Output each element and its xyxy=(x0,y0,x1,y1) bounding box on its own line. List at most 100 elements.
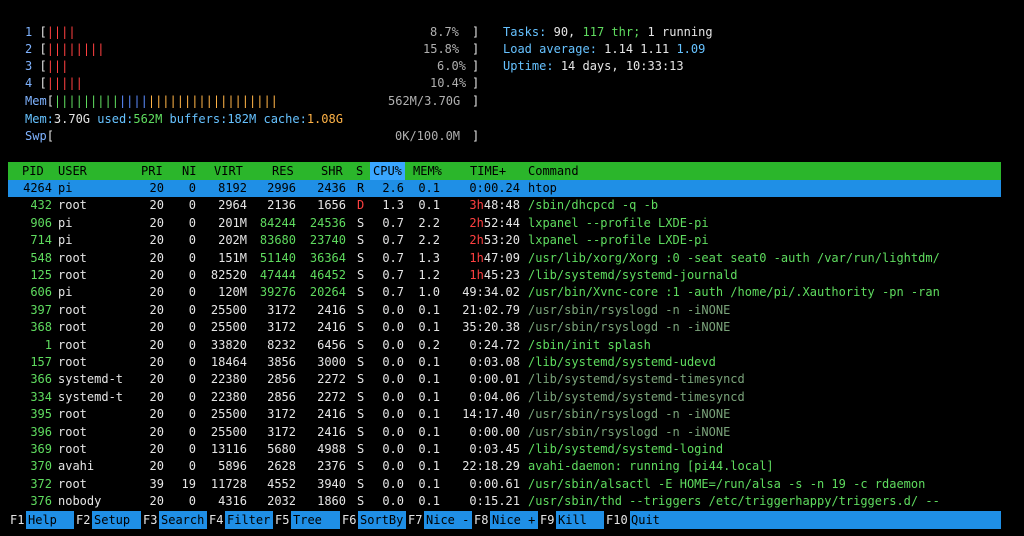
cell-cmd: /usr/lib/xorg/Xorg :0 -seat seat0 -auth … xyxy=(528,250,940,265)
fkey-label-search[interactable]: Search xyxy=(160,511,205,529)
col-pid[interactable]: PID xyxy=(22,162,44,180)
fkey-f6[interactable]: F6 xyxy=(340,511,359,529)
cell-pri: 20 xyxy=(149,389,164,404)
cell-s: S xyxy=(357,407,365,422)
table-row[interactable]: 157 root 20 0 18464 3856 3000 S 0.0 0.1 0:03.08/li… xyxy=(8,354,1001,371)
table-row[interactable]: 4264 pi 20 0 8192 2996 2436 R 2.6 0.1 0:00.24 htop xyxy=(8,180,1001,197)
table-row[interactable]: 714 pi 20 0 202M 83680 23740 S 0.7 2.2 2h53:20 lxpa… xyxy=(8,232,1001,249)
table-row[interactable]: 396 root 20 0 25500 3172 2416 S 0.0 0.1 0:00.00/us… xyxy=(8,424,1001,441)
fkey-f3[interactable]: F3 xyxy=(141,511,160,529)
cell-virt: 13116 xyxy=(210,442,247,456)
col-virt[interactable]: VIRT xyxy=(214,162,243,180)
cell-res: 3172 xyxy=(267,424,296,439)
col-user[interactable]: USER xyxy=(58,162,87,180)
fkey-label-sortby[interactable]: SortBy xyxy=(359,511,404,529)
cell-user: root xyxy=(58,198,87,213)
cell-user: pi xyxy=(58,181,73,195)
fkey-label-tree[interactable]: Tree xyxy=(292,511,323,529)
cell-time: 2h52:44 xyxy=(469,215,520,230)
cell-cmd: /lib/systemd/systemd-udevd xyxy=(528,355,716,369)
cell-mem: 2.2 xyxy=(418,233,440,248)
cell-user: systemd-t xyxy=(58,389,124,404)
table-row[interactable]: 376 nobody 20 0 4316 2032 1860 S 0.0 0.1 0:15.21/u… xyxy=(8,493,1001,510)
cell-cmd: /usr/sbin/rsyslogd -n -iNONE xyxy=(528,424,731,439)
table-row[interactable]: 369 root 20 0 13116 5680 4988 S 0.0 0.1 0:03.45/li… xyxy=(8,441,1001,458)
cell-mem: 0.1 xyxy=(418,320,440,335)
cell-pri: 20 xyxy=(149,337,164,352)
col-cpu[interactable]: CPU% xyxy=(370,162,405,180)
cell-shr: 20264 xyxy=(309,285,346,300)
col-mem[interactable]: MEM% xyxy=(413,162,442,180)
cell-s: S xyxy=(357,459,365,474)
cell-ni: 0 xyxy=(188,424,196,439)
fkey-label-nice[interactable]: Nice - xyxy=(425,511,470,529)
cell-pri: 20 xyxy=(149,215,164,230)
col-ni[interactable]: NI xyxy=(182,162,196,180)
cell-ni: 0 xyxy=(188,355,196,369)
fkey-f7[interactable]: F7 xyxy=(406,511,425,529)
fkey-label-quit[interactable]: Quit xyxy=(630,511,661,529)
fkey-label-nice[interactable]: Nice + xyxy=(491,511,536,529)
cell-user: root xyxy=(58,424,87,439)
cell-shr: 4988 xyxy=(317,442,346,456)
table-row[interactable]: 366 systemd-t 20 0 22380 2856 2272 S 0.0 0.1 0:00.… xyxy=(8,371,1001,388)
cell-pid: 366 xyxy=(30,372,52,387)
cell-shr: 24536 xyxy=(309,215,346,230)
fkey-f1[interactable]: F1 xyxy=(8,511,27,529)
cell-s: S xyxy=(357,389,365,404)
table-row[interactable]: 906 pi 20 0 201M 84244 24536 S 0.7 2.2 2h52:44 lxpa… xyxy=(8,215,1001,232)
cell-cmd: /usr/sbin/rsyslogd -n -iNONE xyxy=(528,302,731,317)
table-row[interactable]: 432 root 20 0 2964 2136 1656 D 1.3 0.1 3h48:48/sbi… xyxy=(8,197,1001,214)
table-row[interactable]: 397 root 20 0 25500 3172 2416 S 0.0 0.1 21:02.79/u… xyxy=(8,302,1001,319)
col-s[interactable]: S xyxy=(356,162,363,180)
table-row[interactable]: 372 root 39 19 11728 4552 3940 S 0.0 0.1 0:00.61/u… xyxy=(8,476,1001,493)
cell-cpu: 0.0 xyxy=(382,320,404,335)
fkey-label-kill[interactable]: Kill xyxy=(557,511,588,529)
table-row[interactable]: 395 root 20 0 25500 3172 2416 S 0.0 0.1 14:17.40/u… xyxy=(8,406,1001,423)
cell-virt: 82520 xyxy=(210,268,247,282)
cell-s: S xyxy=(357,337,365,352)
col-res[interactable]: RES xyxy=(272,162,294,180)
cell-shr: 2436 xyxy=(317,181,346,195)
cell-res: 2856 xyxy=(267,372,296,387)
fkey-f4[interactable]: F4 xyxy=(207,511,226,529)
cell-time: 0:00.01 xyxy=(469,372,520,387)
fkey-label-setup[interactable]: Setup xyxy=(93,511,131,529)
table-row[interactable]: 548 root 20 0 151M 51140 36364 S 0.7 1.3 1h47:09/u… xyxy=(8,250,1001,267)
fkey-label-help[interactable]: Help xyxy=(27,511,58,529)
col-pri[interactable]: PRI xyxy=(141,162,163,180)
table-row[interactable]: 334 systemd-t 20 0 22380 2856 2272 S 0.0 0.1 0:04.… xyxy=(8,389,1001,406)
table-row[interactable]: 125 root 20 0 82520 47444 46452 S 0.7 1.2 1h45:23 /… xyxy=(8,267,1001,284)
cell-time: 21:02.79 xyxy=(462,302,520,317)
cell-pri: 20 xyxy=(149,320,164,335)
col-command[interactable]: Command xyxy=(528,162,579,180)
cell-shr: 2272 xyxy=(317,372,346,387)
cell-shr: 1860 xyxy=(317,494,346,509)
table-row[interactable]: 370 avahi 20 0 5896 2628 2376 S 0.0 0.1 22:18.29 av… xyxy=(8,458,1001,475)
fkey-f2[interactable]: F2 xyxy=(74,511,93,529)
fkey-f5[interactable]: F5 xyxy=(273,511,292,529)
cell-cmd: /usr/sbin/rsyslogd -n -iNONE xyxy=(528,407,731,422)
cell-user: avahi xyxy=(58,459,95,474)
cell-time: 0:15.21 xyxy=(469,494,520,509)
fkey-f8[interactable]: F8 xyxy=(472,511,491,529)
table-row[interactable]: 606 pi 20 0 120M 39276 20264 S 0.7 1.0 49:34.02/us… xyxy=(8,284,1001,301)
fkey-f10[interactable]: F10 xyxy=(604,511,630,529)
col-time[interactable]: TIME+ xyxy=(470,162,506,180)
cell-res: 3172 xyxy=(267,320,296,335)
fkey-f9[interactable]: F9 xyxy=(538,511,557,529)
col-shr[interactable]: SHR xyxy=(321,162,343,180)
cell-mem: 0.1 xyxy=(418,372,440,387)
cell-mem: 0.1 xyxy=(418,494,440,509)
table-row[interactable]: 1 root 20 0 33820 8232 6456 S 0.0 0.2 0:24.72/sbin… xyxy=(8,337,1001,354)
fkey-label-filter[interactable]: Filter xyxy=(226,511,271,529)
cell-cpu: 0.0 xyxy=(382,442,404,456)
cell-time: 35:20.38 xyxy=(462,320,520,335)
mem-detail: Mem:3.70G used:562M buffers:182M cache:1… xyxy=(25,112,343,126)
cell-s: R xyxy=(357,181,365,195)
cell-pri: 20 xyxy=(149,372,164,387)
cell-cpu: 2.6 xyxy=(382,181,404,195)
table-row[interactable]: 368 root 20 0 25500 3172 2416 S 0.0 0.1 35:20.38/u… xyxy=(8,319,1001,336)
uptime: Uptime: 14 days, 10:33:13 xyxy=(503,59,684,73)
cell-mem: 0.1 xyxy=(418,389,440,404)
